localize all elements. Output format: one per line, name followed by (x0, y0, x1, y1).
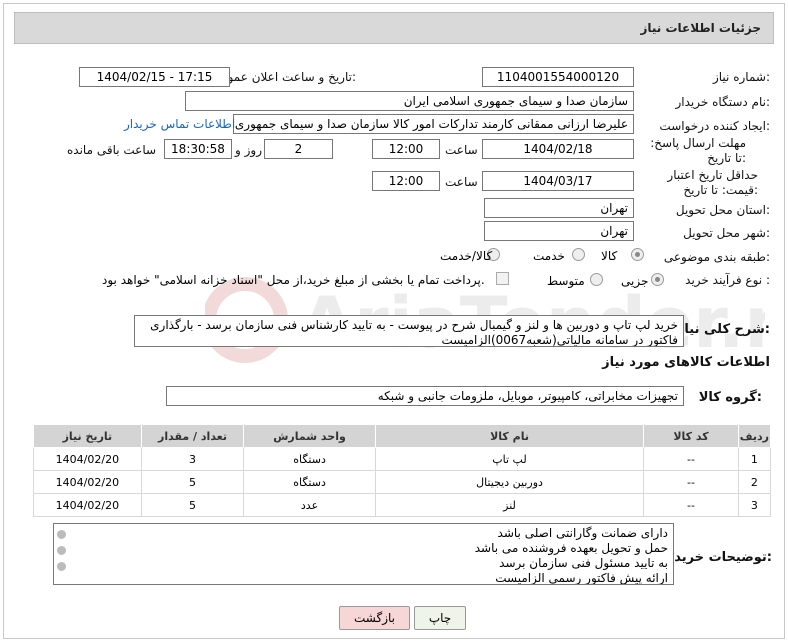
price-validity-time-field: 12:00 (372, 171, 440, 191)
buyer-contact-link[interactable]: اطلاعات تماس خریدار (124, 117, 235, 131)
col-unit: واحد شمارش (243, 424, 376, 448)
cell-quantity: 5 (140, 493, 245, 517)
delivery-province-label: استان محل تحویل: (675, 203, 770, 217)
process-minor-radio[interactable] (651, 273, 664, 286)
table-row: 1 -- لپ تاپ دستگاه 3 1404/02/20 (33, 447, 772, 471)
treasury-payment-checkbox[interactable] (496, 272, 509, 285)
buyer-note-line: ارائه پیش فاکتور رسمی الزامیست (495, 571, 668, 585)
delivery-city-label: شهر محل تحویل: (683, 226, 770, 240)
category-service-radio[interactable] (572, 248, 585, 261)
goods-info-title: اطلاعات کالاهای مورد نیاز (602, 355, 770, 370)
delivery-province-field: تهران (484, 198, 634, 218)
category-label: طبقه بندی موضوعی: (663, 250, 770, 264)
buyer-note-line: به تایید مسئول فنی سازمان برسد (499, 556, 668, 570)
process-type-label: نوع فرآیند خرید : (685, 273, 770, 287)
cell-date: 1404/02/20 (33, 493, 142, 517)
cell-unit: عدد (243, 493, 376, 517)
reply-deadline-label: مهلت ارسال پاسخ: تا تاریخ: (650, 136, 746, 165)
col-quantity: تعداد / مقدار (140, 424, 245, 448)
process-medium-radio[interactable] (590, 273, 603, 286)
reply-time-label: ساعت (445, 143, 478, 157)
back-button[interactable]: بازگشت (339, 606, 410, 630)
goods-group-label: گروه کالا: (698, 390, 762, 405)
buyer-note-line: دارای ضمانت وگارانتی اصلی باشد (497, 526, 668, 540)
buyer-notes-textarea: دارای ضمانت وگارانتی اصلی باشد حمل و تحو… (53, 523, 674, 585)
process-medium-label: متوسط (547, 274, 585, 288)
print-button[interactable]: چاپ (414, 606, 466, 630)
buyer-org-label: نام دستگاه خریدار: (675, 95, 771, 109)
goods-group-field: تجهیزات مخابراتی، کامپیوتر، موبایل، ملزو… (166, 386, 684, 406)
announce-date-label: تاریخ و ساعت اعلان عمومی: (211, 70, 356, 84)
cell-name: لنز (374, 493, 645, 517)
time-remaining-label: ساعت باقی مانده (67, 143, 157, 157)
buyer-org-field: سازمان صدا و سیمای جمهوری اسلامی ایران (185, 91, 634, 111)
reply-time-field: 12:00 (372, 139, 440, 159)
reply-date-field: 1404/02/18 (482, 139, 634, 159)
time-remaining-field: 18:30:58 (164, 139, 232, 159)
cell-date: 1404/02/20 (33, 447, 142, 471)
table-row: 2 -- دوربین دیجیتال دستگاه 5 1404/02/20 (33, 470, 772, 494)
treasury-payment-note: پرداخت تمام یا بخشی از مبلغ خرید،از محل … (102, 273, 485, 287)
cell-name: دوربین دیجیتال (374, 470, 645, 494)
announce-date-field: 1404/02/15 - 17:15 (79, 67, 230, 87)
cell-unit: دستگاه (243, 447, 376, 471)
category-goods-radio[interactable] (631, 248, 644, 261)
buyer-notes-label: توضیحات خریدار: (662, 550, 772, 565)
days-label: روز و (235, 143, 262, 157)
col-row: ردیف (737, 424, 772, 448)
price-validity-date-field: 1404/03/17 (482, 171, 634, 191)
buyer-note-line: حمل و تحویل بعهده فروشنده می باشد (474, 541, 668, 555)
goods-table: ردیف کد کالا نام کالا واحد شمارش تعداد /… (33, 424, 772, 517)
col-code: کد کالا (643, 424, 739, 448)
col-name: نام کالا (374, 424, 645, 448)
request-creator-label: ایجاد کننده درخواست: (659, 119, 770, 133)
cell-code: -- (643, 470, 739, 494)
description-label: شرح کلی نیاز: (676, 322, 770, 337)
description-textarea: خرید لپ تاپ و دوربین ها و لنز و گیمبال ش… (134, 315, 684, 347)
cell-name: لپ تاپ (374, 447, 645, 471)
delivery-city-field: تهران (484, 221, 634, 241)
cell-row: 2 (737, 470, 772, 494)
need-number-field: 1104001554000120 (482, 67, 634, 87)
category-goods-service-label: کالا/خدمت (440, 249, 493, 263)
page-title: جزئیات اطلاعات نیاز (640, 21, 761, 35)
need-number-label: شماره نیاز: (712, 70, 770, 84)
table-row: 3 -- لنز عدد 5 1404/02/20 (33, 493, 772, 517)
days-remaining-field: 2 (264, 139, 333, 159)
category-goods-label: کالا (601, 249, 618, 263)
cell-row: 3 (737, 493, 772, 517)
cell-row: 1 (737, 447, 772, 471)
category-service-label: خدمت (533, 249, 565, 263)
request-creator-field: علیرضا ارزانی ممقانی کارمند تدارکات امور… (233, 114, 634, 134)
cell-date: 1404/02/20 (33, 470, 142, 494)
cell-code: -- (643, 493, 739, 517)
buyer-notes-scrollbar[interactable] (56, 528, 66, 580)
price-validity-label: حداقل تاریخ اعتبار قیمت: تا تاریخ: (667, 168, 758, 197)
cell-code: -- (643, 447, 739, 471)
cell-unit: دستگاه (243, 470, 376, 494)
col-date: تاریخ نیاز (33, 424, 142, 448)
price-validity-time-label: ساعت (445, 175, 478, 189)
process-minor-label: جزیی (621, 274, 649, 288)
page-title-bar: جزئیات اطلاعات نیاز (14, 12, 774, 44)
cell-quantity: 5 (140, 470, 245, 494)
cell-quantity: 3 (140, 447, 245, 471)
goods-table-header: ردیف کد کالا نام کالا واحد شمارش تعداد /… (33, 424, 772, 448)
